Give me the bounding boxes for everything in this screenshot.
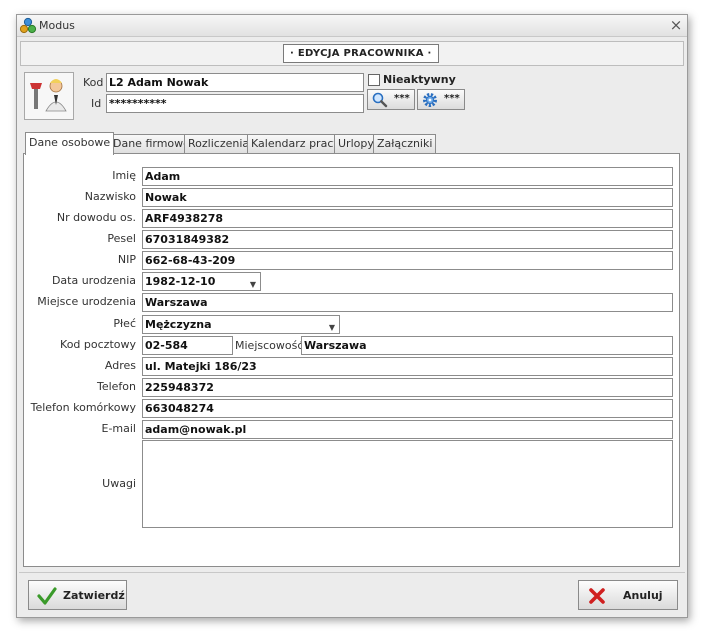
header-bar: · EDYCJA PRACOWNIKA · (20, 41, 684, 66)
telefon-label: Telefon (96, 380, 136, 393)
tab-kalendarz-pracy[interactable]: Kalendarz pracy (247, 134, 344, 154)
tab-urlopy[interactable]: Urlopy (334, 134, 378, 154)
uwagi-label: Uwagi (102, 477, 136, 490)
plec-select[interactable]: Mężczyzna ▼ (142, 315, 340, 334)
close-button[interactable]: × (668, 17, 684, 33)
data-urodzenia-value: 1982-12-10 (145, 275, 216, 288)
telefon-komorkowy-label: Telefon komórkowy (30, 401, 136, 414)
tab-dane-osobowe[interactable]: Dane osobowe (25, 132, 115, 155)
page-title: · EDYCJA PRACOWNIKA · (283, 44, 439, 63)
inactive-label: Nieaktywny (383, 73, 456, 86)
imie-label: Imię (112, 169, 136, 182)
uwagi-textarea[interactable] (142, 440, 673, 528)
data-urodzenia-picker[interactable]: 1982-12-10 ▼ (142, 272, 261, 291)
settings-button[interactable]: *** (417, 89, 465, 110)
search-icon (372, 92, 388, 108)
data-urodzenia-label: Data urodzenia (51, 274, 136, 287)
tab-rozliczenia[interactable]: Rozliczenia (184, 134, 254, 154)
telefon-komorkowy-field[interactable]: 663048274 (142, 399, 673, 418)
gear-icon (423, 93, 437, 107)
plec-label: Płeć (113, 317, 136, 330)
dialog-window: Modus × · EDYCJA PRACOWNIKA · Kod L2 Ada… (16, 14, 688, 618)
kod-field[interactable]: L2 Adam Nowak (106, 73, 364, 92)
id-label: Id (91, 97, 102, 110)
title-bar[interactable]: Modus × (17, 15, 687, 37)
footer-divider (19, 572, 685, 573)
miejscowosc-field[interactable]: Warszawa (301, 336, 673, 355)
tab-dane-firmowe[interactable]: Dane firmowe (109, 134, 194, 154)
window-title: Modus (39, 19, 75, 32)
id-field[interactable]: ********** (106, 94, 364, 113)
nip-field[interactable]: 662-68-43-209 (142, 251, 673, 270)
miejsce-urodzenia-field[interactable]: Warszawa (142, 293, 673, 312)
nazwisko-label: Nazwisko (84, 190, 136, 203)
close-icon (589, 588, 605, 604)
inactive-checkbox[interactable] (368, 74, 380, 86)
pesel-field[interactable]: 67031849382 (142, 230, 673, 249)
miejsce-urodzenia-label: Miejsce urodzenia (37, 295, 136, 308)
confirm-button[interactable]: Zatwierdź (28, 580, 127, 610)
settings-button-label: *** (444, 93, 460, 104)
personal-data-panel: Imię Adam Nazwisko Nowak Nr dowodu os. A… (23, 153, 680, 567)
telefon-field[interactable]: 225948372 (142, 378, 673, 397)
adres-label: Adres (104, 359, 136, 372)
cancel-button-label: Anuluj (623, 589, 663, 602)
employee-tools-icon (30, 79, 67, 112)
tab-zalaczniki[interactable]: Załączniki (373, 134, 437, 154)
kod-pocztowy-field[interactable]: 02-584 (142, 336, 233, 355)
employee-avatar (24, 72, 74, 120)
email-label: E-mail (101, 422, 137, 435)
cancel-button[interactable]: Anuluj (578, 580, 678, 610)
adres-field[interactable]: ul. Matejki 186/23 (142, 357, 673, 376)
miejscowosc-label: Miejscowość (235, 339, 304, 352)
checkmark-icon (37, 587, 57, 605)
dowod-label: Nr dowodu os. (56, 211, 136, 224)
app-logo-icon (19, 17, 37, 34)
search-button[interactable]: *** (367, 89, 415, 110)
imie-field[interactable]: Adam (142, 167, 673, 186)
kod-pocztowy-label: Kod pocztowy (60, 338, 136, 351)
nip-label: NIP (117, 253, 136, 266)
pesel-label: Pesel (107, 232, 136, 245)
chevron-down-icon: ▼ (328, 323, 335, 332)
plec-value: Mężczyzna (145, 318, 212, 331)
search-button-label: *** (394, 93, 410, 104)
confirm-button-label: Zatwierdź (63, 589, 125, 602)
chevron-down-icon: ▼ (249, 280, 256, 289)
nazwisko-field[interactable]: Nowak (142, 188, 673, 207)
dowod-field[interactable]: ARF4938278 (142, 209, 673, 228)
kod-label: Kod (83, 76, 104, 89)
email-field[interactable]: adam@nowak.pl (142, 420, 673, 439)
